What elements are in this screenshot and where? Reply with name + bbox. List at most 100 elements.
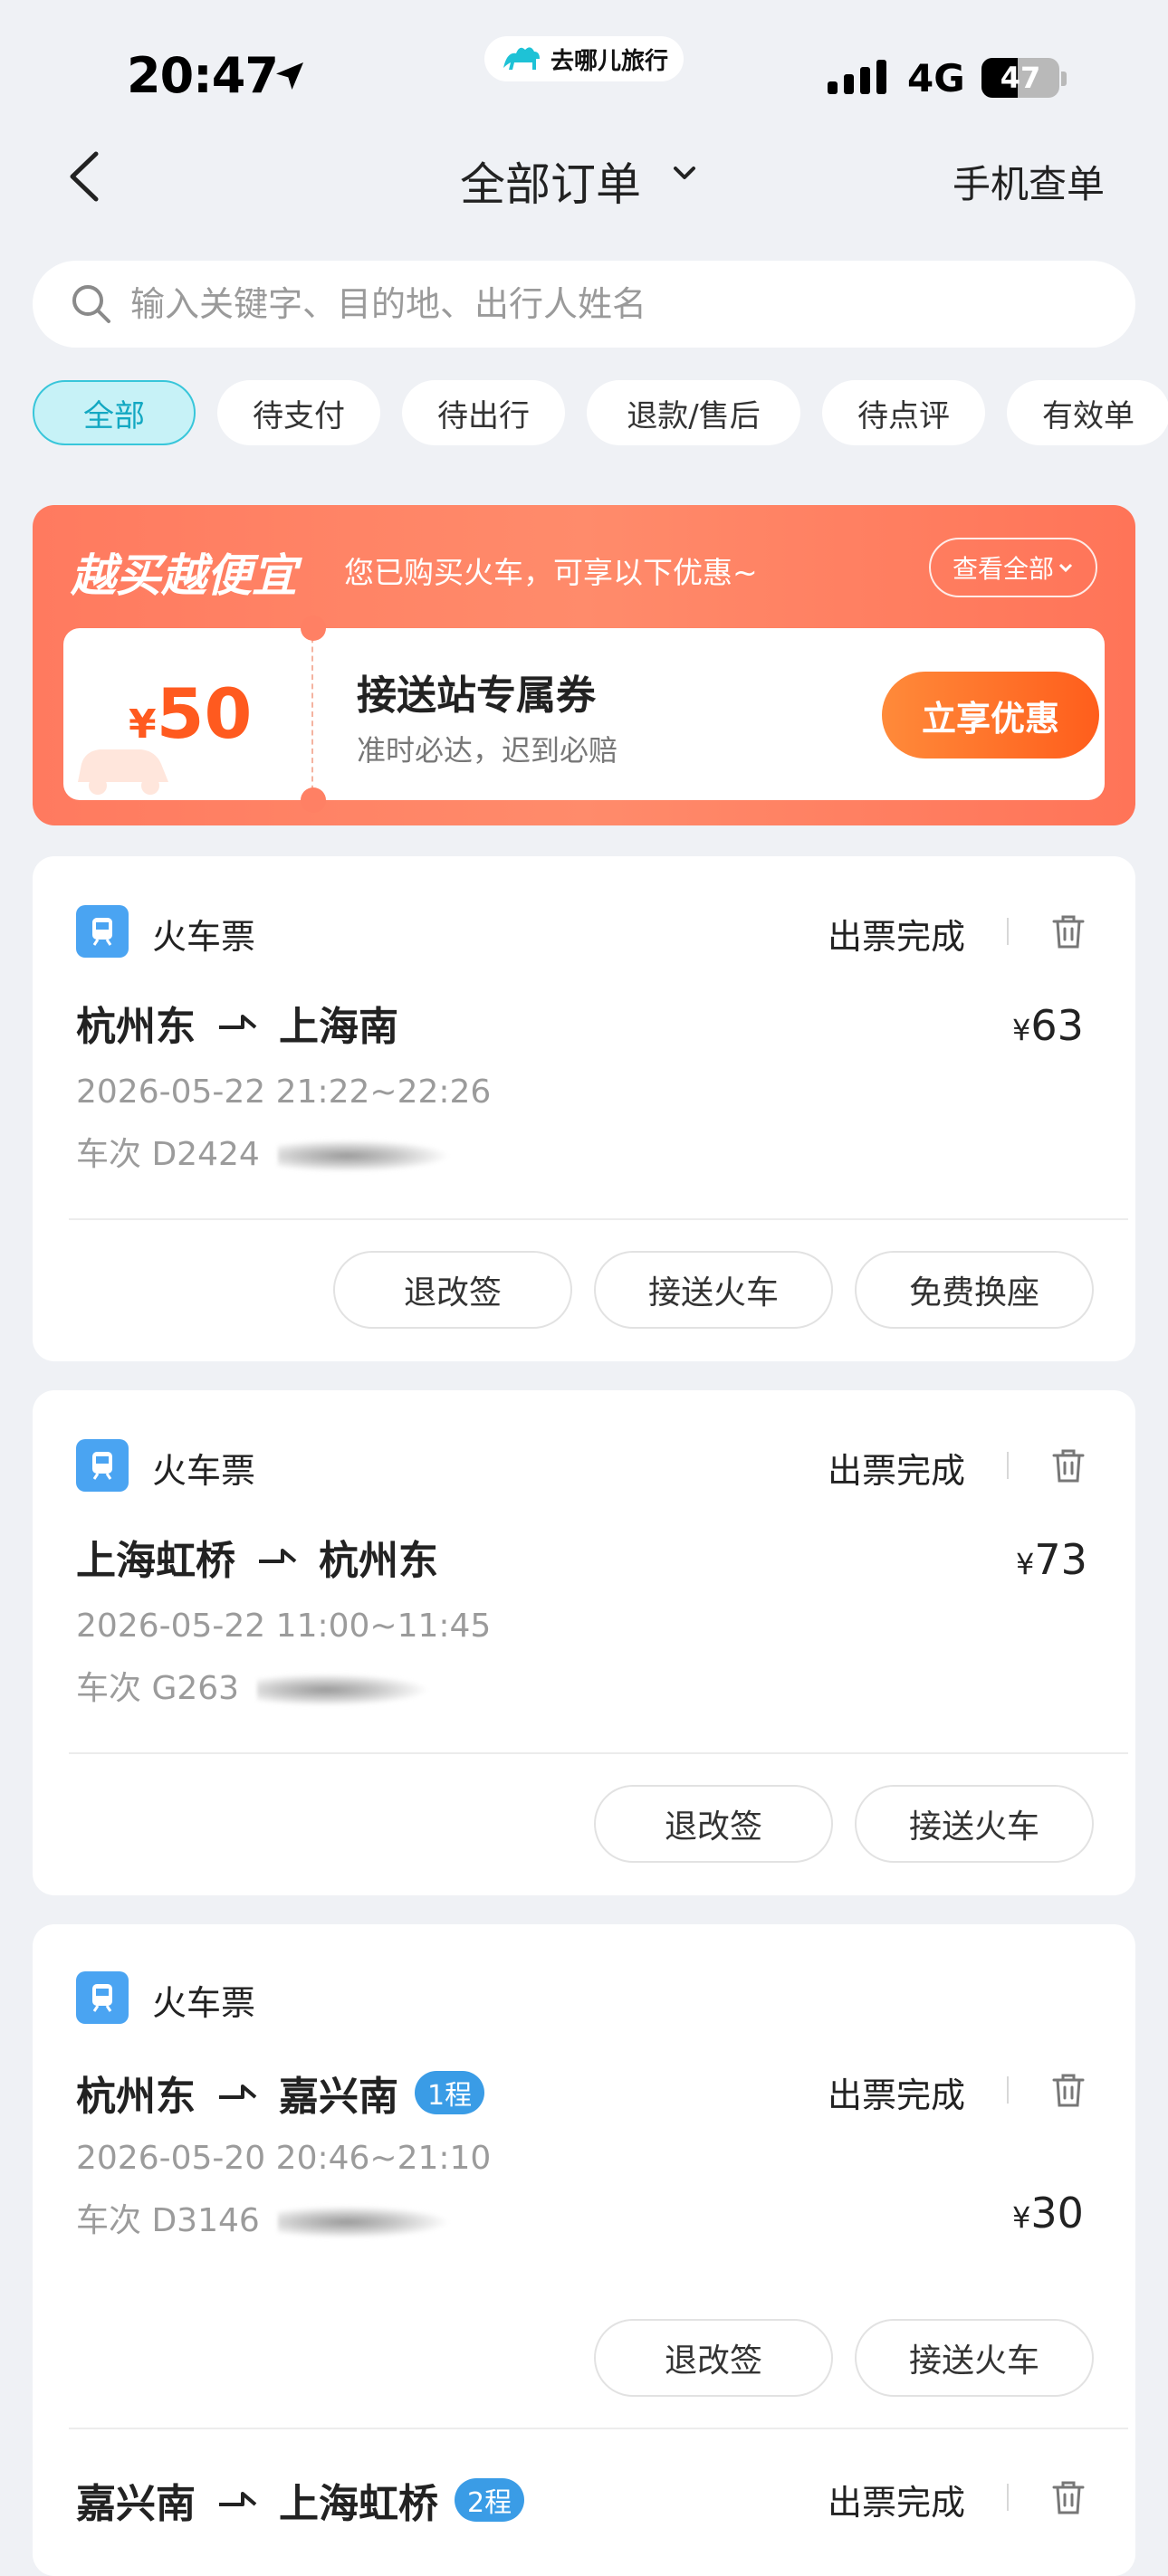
back-chevron-icon[interactable] bbox=[56, 145, 110, 208]
order-type: 火车票 bbox=[152, 917, 256, 957]
free-seat-change-button[interactable]: 免费换座 bbox=[855, 1251, 1094, 1329]
train-number: 车次 D3146 bbox=[76, 2194, 450, 2241]
order-card[interactable]: 火车票 出票完成 杭州东 上海南 ¥63 2026-05-22 21:22~22… bbox=[33, 856, 1135, 1361]
order-price: ¥63 bbox=[1012, 1001, 1084, 1050]
price-value: 73 bbox=[1034, 1535, 1087, 1584]
coupon-name: 接送站专属券 bbox=[357, 673, 596, 719]
route: 杭州东 嘉兴南 1程 bbox=[76, 2064, 485, 2122]
claim-coupon-button[interactable]: 立享优惠 bbox=[882, 672, 1099, 758]
divider bbox=[69, 2428, 1128, 2429]
route-arrow-icon bbox=[219, 1015, 257, 1029]
tab-pending-payment[interactable]: 待支付 bbox=[217, 380, 380, 445]
train-icon bbox=[76, 905, 129, 958]
leg-badge: 1程 bbox=[415, 2071, 485, 2114]
order-status: 出票完成 bbox=[828, 1451, 966, 1491]
station-transfer-button[interactable]: 接送火车 bbox=[594, 1251, 833, 1329]
divider bbox=[69, 1752, 1128, 1754]
view-all-label: 查看全部 bbox=[952, 554, 1054, 584]
promo-banner: 越买越便宜 您已购买火车，可享以下优惠~ 查看全部 ¥50 接送站专属券 准时必… bbox=[33, 505, 1135, 825]
clock: 20:47 bbox=[127, 47, 279, 104]
view-all-button[interactable]: 查看全部 bbox=[929, 538, 1097, 597]
coupon-value: 50 bbox=[156, 673, 253, 754]
order-status: 出票完成 bbox=[828, 917, 966, 957]
divider bbox=[1007, 918, 1009, 945]
order-price: ¥73 bbox=[1016, 1535, 1087, 1584]
order-card[interactable]: 火车票 出票完成 上海虹桥 杭州东 ¥73 2026-05-22 11:00~1… bbox=[33, 1390, 1135, 1895]
redacted-info bbox=[277, 2206, 450, 2238]
coupon-description: 准时必达，迟到必赔 bbox=[357, 733, 618, 768]
route-arrow-icon bbox=[259, 1549, 297, 1563]
coupon-card: ¥50 接送站专属券 准时必达，迟到必赔 立享优惠 bbox=[63, 628, 1105, 800]
tab-refund-aftersales[interactable]: 退款/售后 bbox=[587, 380, 800, 445]
battery-level: 47 bbox=[1000, 61, 1041, 95]
route: 杭州东 上海南 bbox=[76, 994, 398, 1052]
divider bbox=[1007, 2076, 1009, 2104]
order-type: 火车票 bbox=[152, 1983, 256, 2023]
station-transfer-button[interactable]: 接送火车 bbox=[855, 1785, 1094, 1863]
island-brand: 去哪儿旅行 bbox=[550, 47, 668, 75]
location-arrow-icon bbox=[276, 62, 303, 90]
app-indicator[interactable]: 去哪儿旅行 bbox=[484, 36, 684, 81]
trash-icon[interactable] bbox=[1048, 2478, 1088, 2518]
currency-symbol: ¥ bbox=[1016, 1547, 1035, 1581]
departure-station: 杭州东 bbox=[76, 1004, 196, 1050]
redacted-info bbox=[277, 1140, 450, 1172]
battery-cap bbox=[1061, 72, 1067, 86]
trash-icon[interactable] bbox=[1048, 912, 1088, 952]
trip-datetime: 2026-05-22 21:22~22:26 bbox=[76, 1073, 492, 1111]
coupon-value-area: ¥50 bbox=[63, 628, 313, 800]
redacted-info bbox=[257, 1674, 430, 1706]
page-title[interactable]: 全部订单 bbox=[460, 148, 641, 214]
promo-subtitle: 您已购买火车，可享以下优惠~ bbox=[344, 555, 758, 590]
order-type: 火车票 bbox=[152, 1451, 256, 1491]
reschedule-button[interactable]: 退改签 bbox=[333, 1251, 572, 1329]
arrival-station: 上海南 bbox=[279, 1004, 398, 1050]
tab-pending-review[interactable]: 待点评 bbox=[822, 380, 985, 445]
train-number: 车次 G263 bbox=[76, 1662, 430, 1709]
route-arrow-icon bbox=[219, 2085, 257, 2099]
phone-query-link[interactable]: 手机查单 bbox=[953, 154, 1105, 209]
train-number-text: 车次 G263 bbox=[76, 1670, 240, 1707]
route: 嘉兴南 上海虹桥 2程 bbox=[76, 2471, 525, 2529]
price-value: 30 bbox=[1030, 2189, 1084, 2237]
trash-icon[interactable] bbox=[1048, 2071, 1088, 2111]
cellular-signal-icon bbox=[828, 60, 886, 94]
coupon-notch bbox=[301, 787, 326, 813]
train-icon bbox=[76, 1971, 129, 2024]
trip-datetime: 2026-05-22 11:00~11:45 bbox=[76, 1608, 492, 1645]
network-type: 4G bbox=[907, 56, 965, 100]
trip-datetime: 2026-05-20 20:46~21:10 bbox=[76, 2140, 492, 2177]
camel-logo-icon bbox=[503, 47, 540, 70]
chevron-down-icon bbox=[1058, 563, 1073, 573]
reschedule-button[interactable]: 退改签 bbox=[594, 1785, 833, 1863]
search-input[interactable] bbox=[130, 284, 1126, 324]
battery-icon: 47 bbox=[981, 58, 1059, 98]
currency-symbol: ¥ bbox=[1012, 2200, 1031, 2235]
arrival-station: 杭州东 bbox=[319, 1538, 438, 1584]
arrival-station: 上海虹桥 bbox=[279, 2481, 438, 2527]
order-card[interactable]: 火车票 杭州东 嘉兴南 1程 出票完成 2026-05-20 20:46~21:… bbox=[33, 1924, 1135, 2576]
divider bbox=[1007, 2484, 1009, 2511]
chevron-down-icon[interactable] bbox=[672, 165, 697, 183]
route: 上海虹桥 杭州东 bbox=[76, 1528, 438, 1586]
search-bar[interactable] bbox=[33, 261, 1135, 348]
train-icon bbox=[76, 1439, 129, 1492]
train-number: 车次 D2424 bbox=[76, 1128, 450, 1175]
tab-all[interactable]: 全部 bbox=[33, 380, 196, 445]
price-value: 63 bbox=[1030, 1001, 1084, 1050]
tab-pending-travel[interactable]: 待出行 bbox=[402, 380, 565, 445]
station-transfer-button[interactable]: 接送火车 bbox=[855, 2319, 1094, 2397]
currency-symbol: ¥ bbox=[1012, 1013, 1031, 1047]
trash-icon[interactable] bbox=[1048, 1446, 1088, 1486]
divider bbox=[69, 1218, 1128, 1220]
train-number-text: 车次 D3146 bbox=[76, 2202, 260, 2239]
reschedule-button[interactable]: 退改签 bbox=[594, 2319, 833, 2397]
departure-station: 嘉兴南 bbox=[76, 2481, 196, 2527]
filter-tabs: 全部 待支付 待出行 退款/售后 待点评 有效单 bbox=[33, 380, 1168, 445]
promo-title: 越买越便宜 bbox=[71, 549, 297, 602]
route-arrow-icon bbox=[219, 2492, 257, 2506]
order-status: 出票完成 bbox=[828, 2483, 966, 2523]
divider bbox=[1007, 1452, 1009, 1479]
train-number-text: 车次 D2424 bbox=[76, 1136, 260, 1173]
tab-valid-orders[interactable]: 有效单 bbox=[1007, 380, 1168, 445]
